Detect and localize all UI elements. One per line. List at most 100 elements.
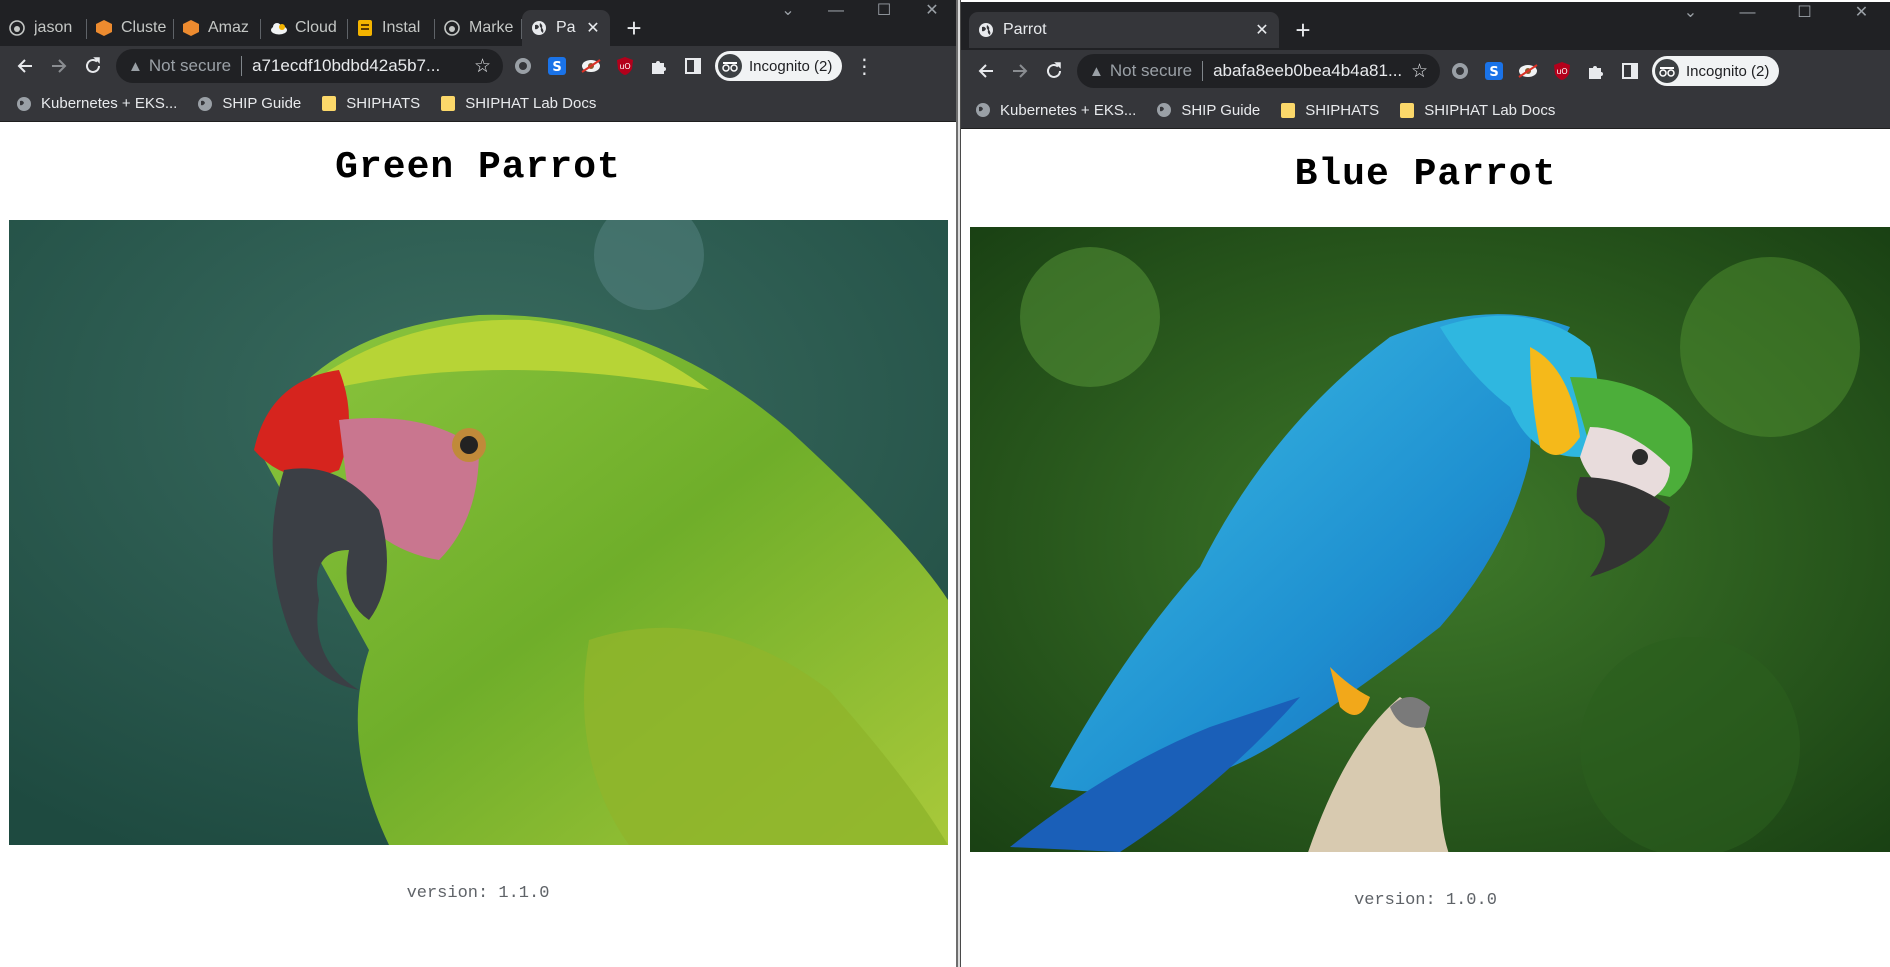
globe-icon	[1156, 102, 1172, 118]
page-heading: Green Parrot	[335, 146, 621, 189]
address-bar[interactable]: ▲ Not secure abafa8eeb0bea4b4a81... ☆	[1077, 54, 1440, 88]
tab-parrot-active[interactable]: Pa ✕	[522, 10, 610, 46]
close-window-button[interactable]: ✕	[908, 0, 956, 24]
incognito-label: Incognito (2)	[1686, 62, 1770, 80]
extension-gray-icon[interactable]	[1446, 57, 1474, 85]
title-bar: Parrot ✕ + ⌄ — ☐ ✕	[961, 2, 1890, 50]
tab-label: Cloud	[295, 19, 337, 36]
bookmark-ship-guide[interactable]: SHIP Guide	[197, 95, 301, 112]
kebab-menu-icon[interactable]: ⋮	[850, 54, 878, 79]
tab-label: jason	[34, 19, 73, 36]
window-controls: ⌄ — ☐ ✕	[764, 0, 956, 24]
page-heading: Blue Parrot	[1294, 153, 1557, 196]
side-panel-icon[interactable]	[1616, 57, 1644, 85]
url-text[interactable]: abafa8eeb0bea4b4a81...	[1213, 61, 1405, 81]
side-panel-icon[interactable]	[679, 52, 707, 80]
incognito-label: Incognito (2)	[749, 57, 833, 75]
tab-install[interactable]: Instal	[348, 10, 435, 46]
bookmark-shiphat-lab-docs[interactable]: SHIPHAT Lab Docs	[440, 95, 596, 112]
ublock-icon[interactable]: uO	[611, 52, 639, 80]
extensions-puzzle-icon[interactable]	[1582, 57, 1610, 85]
globe-icon	[530, 19, 548, 37]
url-text[interactable]: a71ecdf10bdbd42a5b7...	[252, 56, 468, 76]
bookmark-label: SHIP Guide	[222, 95, 302, 112]
globe-icon	[16, 96, 32, 112]
window-controls: ⌄ — ☐ ✕	[1662, 2, 1890, 26]
forward-button[interactable]	[1003, 54, 1037, 88]
new-tab-button[interactable]: +	[1285, 12, 1321, 48]
tab-label: Instal	[382, 19, 421, 36]
forward-arrow-icon	[52, 59, 67, 73]
bookmark-kubernetes[interactable]: Kubernetes + EKS...	[975, 102, 1136, 119]
bookmark-shiphats[interactable]: SHIPHATS	[321, 95, 420, 112]
forward-button[interactable]	[42, 49, 76, 83]
minimize-button[interactable]: —	[1719, 2, 1776, 26]
reload-button[interactable]	[76, 49, 110, 83]
github-icon	[8, 19, 26, 37]
green-parrot-image	[9, 220, 948, 845]
warning-triangle-icon[interactable]: ▲	[1089, 63, 1104, 80]
bookmark-shiphats[interactable]: SHIPHATS	[1280, 102, 1379, 119]
bookmark-label: SHIPHAT Lab Docs	[1424, 101, 1556, 119]
tab-marketplace[interactable]: Marke	[435, 10, 522, 46]
tab-cluster[interactable]: Cluste	[87, 10, 174, 46]
close-tab-icon[interactable]: ✕	[1253, 20, 1271, 40]
bookmark-star-icon[interactable]: ☆	[474, 55, 491, 78]
bookmark-kubernetes[interactable]: Kubernetes + EKS...	[16, 95, 177, 112]
blue-parrot-image	[970, 227, 1890, 852]
not-secure-label[interactable]: Not secure	[1110, 61, 1192, 81]
cloud-icon	[269, 19, 287, 37]
bookmark-star-icon[interactable]: ☆	[1411, 60, 1428, 83]
version-text: version: 1.1.0	[406, 884, 550, 903]
not-secure-label[interactable]: Not secure	[149, 56, 231, 76]
bookmark-label: Kubernetes + EKS...	[41, 95, 178, 112]
close-window-button[interactable]: ✕	[1833, 2, 1890, 26]
close-tab-icon[interactable]: ✕	[584, 18, 602, 38]
maximize-button[interactable]: ☐	[1776, 2, 1833, 26]
forward-arrow-icon	[1013, 64, 1028, 78]
tab-strip: Parrot ✕ +	[961, 2, 1321, 48]
tab-label: Amaz	[208, 19, 249, 36]
toolbar: ▲ Not secure a71ecdf10bdbd42a5b7... ☆ S …	[0, 46, 956, 86]
bookmarks-bar: Kubernetes + EKS... SHIP Guide SHIPHATS …	[961, 92, 1890, 129]
back-button[interactable]	[8, 49, 42, 83]
bookmark-shiphat-lab-docs[interactable]: SHIPHAT Lab Docs	[1399, 102, 1555, 119]
incognito-button[interactable]: Incognito (2)	[1652, 56, 1780, 86]
bookmark-ship-guide[interactable]: SHIP Guide	[1156, 102, 1260, 119]
tab-search-chevron-icon[interactable]: ⌄	[1662, 2, 1719, 26]
extension-gray-icon[interactable]	[509, 52, 537, 80]
svg-text:uO: uO	[1556, 67, 1567, 76]
new-tab-button[interactable]: +	[616, 10, 652, 46]
back-arrow-icon	[978, 64, 993, 78]
warning-triangle-icon[interactable]: ▲	[128, 58, 143, 75]
docs-icon	[356, 19, 374, 37]
tab-amazon[interactable]: Amaz	[174, 10, 261, 46]
extension-eye-icon[interactable]	[577, 52, 605, 80]
bookmark-label: SHIP Guide	[1181, 101, 1261, 119]
incognito-button[interactable]: Incognito (2)	[715, 51, 843, 81]
incognito-icon	[718, 54, 742, 78]
maximize-button[interactable]: ☐	[860, 0, 908, 24]
back-button[interactable]	[969, 54, 1003, 88]
back-arrow-icon	[17, 59, 32, 73]
reload-button[interactable]	[1037, 54, 1071, 88]
ublock-icon[interactable]: uO	[1548, 57, 1576, 85]
divider	[1202, 61, 1204, 81]
tab-search-chevron-icon[interactable]: ⌄	[764, 0, 812, 24]
extension-eye-icon[interactable]	[1514, 57, 1542, 85]
bookmark-label: SHIPHATS	[346, 95, 421, 112]
globe-icon	[197, 96, 213, 112]
bookmarks-bar: Kubernetes + EKS... SHIP Guide SHIPHATS …	[0, 86, 956, 122]
tab-github[interactable]: jason	[0, 10, 87, 46]
extension-s-icon[interactable]: S	[543, 52, 571, 80]
tab-parrot-active[interactable]: Parrot ✕	[969, 12, 1279, 48]
page-content: Green Parrot version: 1.1.0	[0, 122, 956, 903]
tab-label: Pa	[556, 19, 576, 36]
svg-text:S: S	[1489, 65, 1498, 80]
extensions-puzzle-icon[interactable]	[645, 52, 673, 80]
aws-orange-icon	[95, 19, 113, 37]
extension-s-icon[interactable]: S	[1480, 57, 1508, 85]
minimize-button[interactable]: —	[812, 0, 860, 24]
address-bar[interactable]: ▲ Not secure a71ecdf10bdbd42a5b7... ☆	[116, 49, 503, 83]
tab-cloud[interactable]: Cloud	[261, 10, 348, 46]
